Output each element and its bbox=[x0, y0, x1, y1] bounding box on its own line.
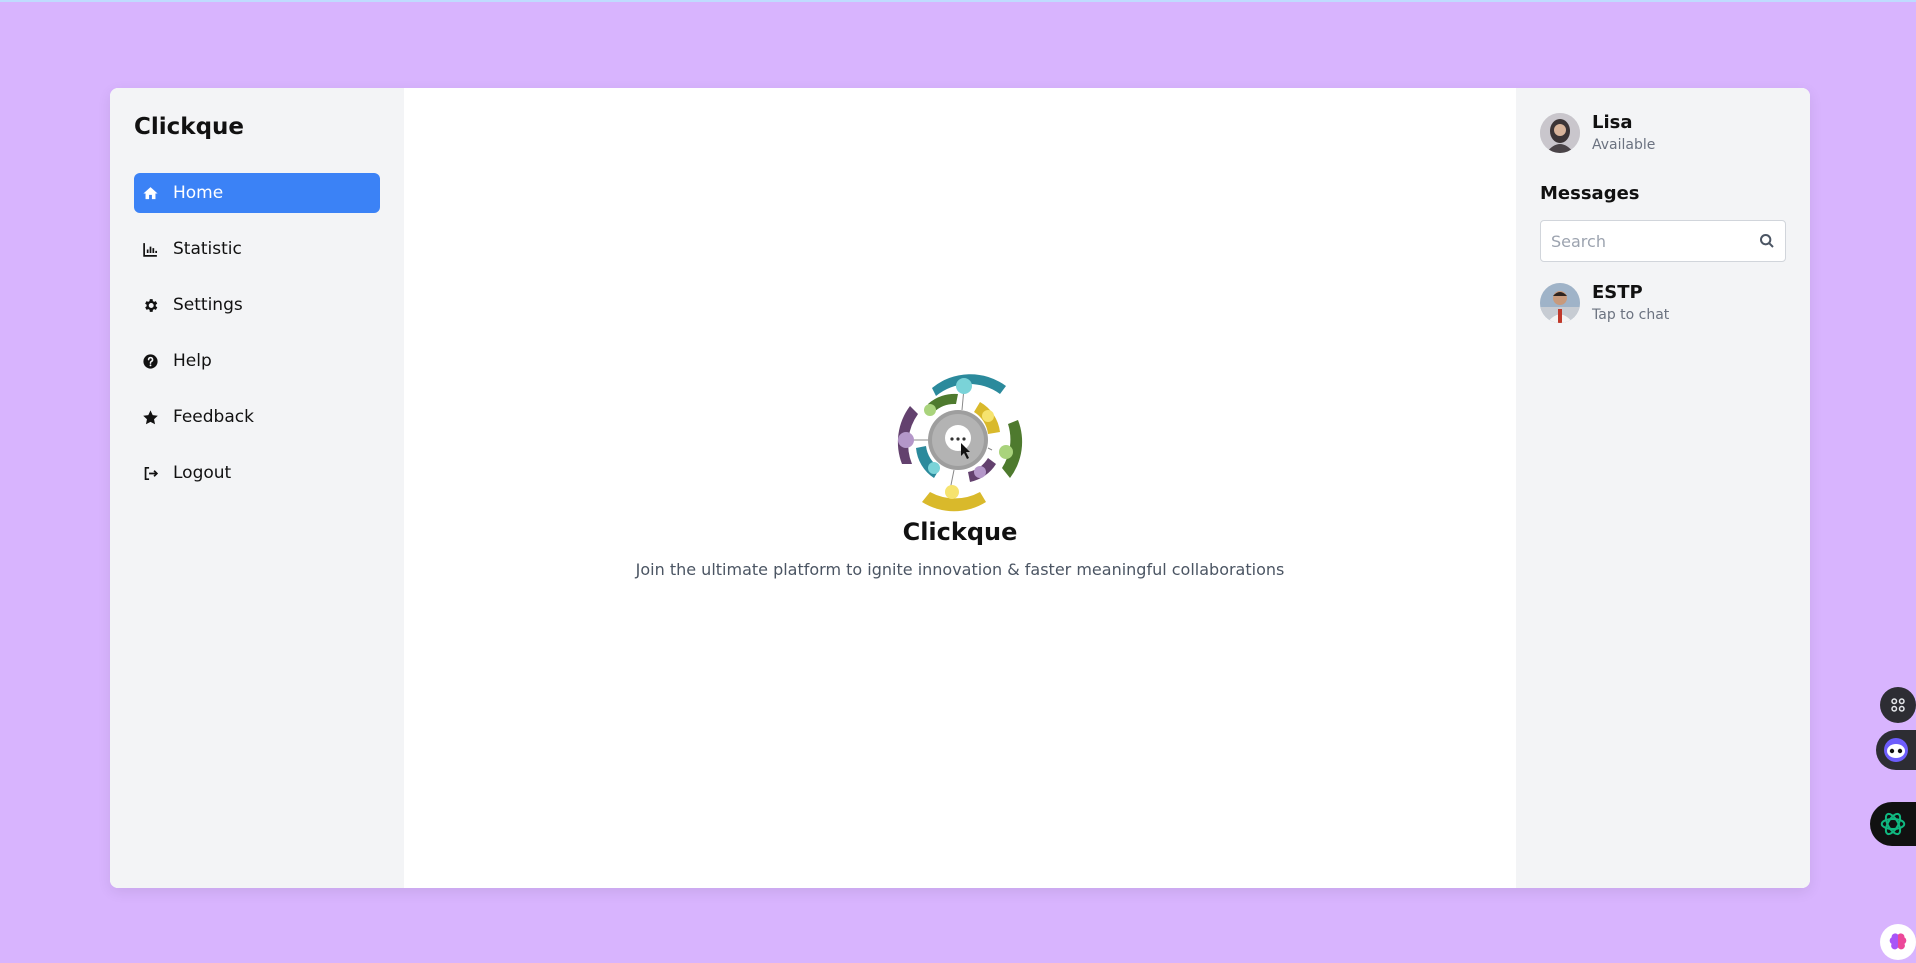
sidebar-item-label: Logout bbox=[173, 463, 232, 483]
user-avatar-icon bbox=[1540, 112, 1580, 153]
sidebar: Clickque Home Statistic Settings Help Fe… bbox=[110, 88, 404, 888]
brand-title: Clickque bbox=[134, 114, 245, 140]
sidebar-item-home[interactable]: Home bbox=[134, 173, 380, 213]
openai-icon bbox=[1880, 812, 1906, 836]
chat-name: ESTP bbox=[1592, 282, 1643, 303]
sidebar-item-help[interactable]: Help bbox=[134, 341, 380, 381]
extension-grid-button[interactable] bbox=[1880, 687, 1916, 723]
sidebar-item-label: Statistic bbox=[173, 239, 242, 259]
brain-icon bbox=[1889, 933, 1907, 950]
sidebar-item-statistic[interactable]: Statistic bbox=[134, 229, 380, 269]
sidebar-item-settings[interactable]: Settings bbox=[134, 285, 380, 325]
sidebar-item-label: Settings bbox=[173, 295, 243, 315]
sidebar-item-label: Help bbox=[173, 351, 212, 371]
profile-name: Lisa bbox=[1592, 112, 1633, 133]
help-icon bbox=[143, 353, 158, 369]
command-icon bbox=[1891, 698, 1905, 712]
chat-subtitle: Tap to chat bbox=[1592, 307, 1670, 323]
extension-bot-button[interactable] bbox=[1876, 730, 1916, 770]
app-window: Clickque Home Statistic Settings Help Fe… bbox=[110, 88, 1810, 888]
chart-icon bbox=[143, 242, 158, 257]
sidebar-item-label: Feedback bbox=[173, 407, 254, 427]
chat-list-item[interactable]: ESTP Tap to chat bbox=[1540, 282, 1786, 323]
messages-title: Messages bbox=[1540, 183, 1640, 204]
main-content: Clickque Join the ultimate platform to i… bbox=[404, 88, 1516, 888]
extension-brain-button[interactable] bbox=[1880, 924, 1916, 960]
messages-panel: Lisa Available Messages ESTP bbox=[1516, 88, 1810, 888]
main-title: Clickque bbox=[902, 517, 1018, 546]
search-icon[interactable] bbox=[1759, 233, 1775, 249]
contact-avatar-icon bbox=[1540, 282, 1580, 323]
sidebar-item-feedback[interactable]: Feedback bbox=[134, 397, 380, 437]
search-box bbox=[1540, 220, 1786, 262]
star-icon bbox=[143, 409, 158, 424]
avatar bbox=[1540, 282, 1580, 323]
avatar bbox=[1540, 112, 1580, 153]
bot-icon bbox=[1884, 738, 1908, 762]
sidebar-item-logout[interactable]: Logout bbox=[134, 453, 380, 493]
logout-icon bbox=[144, 466, 159, 480]
search-input[interactable] bbox=[1551, 231, 1759, 251]
profile-status: Available bbox=[1592, 137, 1656, 153]
sidebar-item-label: Home bbox=[173, 183, 224, 203]
user-profile[interactable]: Lisa Available bbox=[1540, 112, 1786, 153]
clickque-logo-icon bbox=[897, 373, 1023, 511]
home-icon bbox=[143, 186, 158, 199]
gear-icon bbox=[145, 298, 158, 312]
extension-ai-button[interactable] bbox=[1870, 802, 1916, 846]
main-subtitle: Join the ultimate platform to ignite inn… bbox=[635, 559, 1285, 579]
